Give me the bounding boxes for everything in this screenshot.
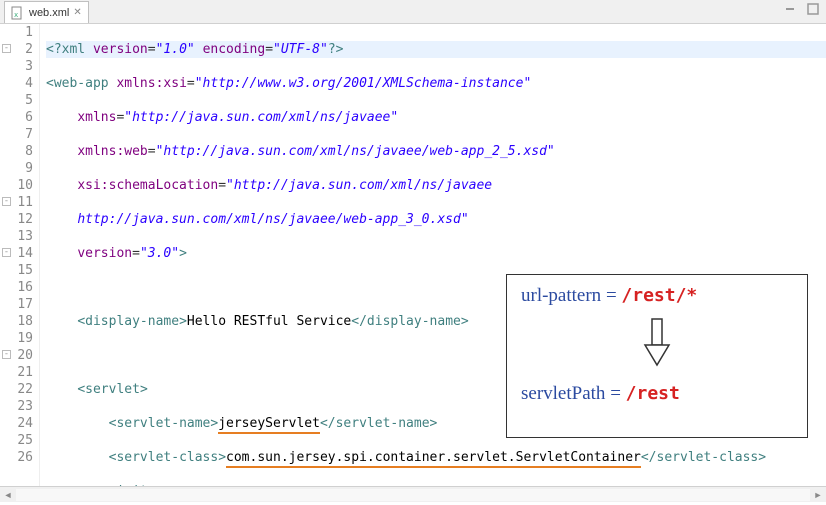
minimize-icon[interactable] [784,2,798,16]
toolbar-right [784,2,820,16]
annotation-box: url-pattern = /rest/* servletPath = /res… [506,274,808,438]
line-number: 26 [0,449,33,466]
annotation-line-1: url-pattern = /rest/* [521,285,793,307]
fold-toggle[interactable]: - [2,248,11,257]
line-number: 16 [0,279,33,296]
annotation-line-2: servletPath = /rest [521,383,793,405]
line-number: 13 [0,228,33,245]
code-line: version="3.0"> [46,245,826,262]
annotation-label: servletPath [521,383,605,404]
code-line: xmlns="http://java.sun.com/xml/ns/javaee… [46,109,826,126]
line-number: 5 [0,92,33,109]
maximize-icon[interactable] [806,2,820,16]
line-number: 14- [0,245,33,262]
code-line: xsi:schemaLocation="http://java.sun.com/… [46,177,826,194]
line-number: 4 [0,75,33,92]
fold-toggle[interactable]: - [2,44,11,53]
xml-file-icon: x [11,6,25,20]
annotation-value: /rest [626,383,680,404]
editor-tab[interactable]: x web.xml ✕ [4,1,89,23]
code-line: <init-param> [46,483,826,486]
line-number: 20- [0,347,33,364]
code-line: <servlet-class>com.sun.jersey.spi.contai… [46,449,826,466]
line-number: 24 [0,415,33,432]
code-line: http://java.sun.com/xml/ns/javaee/web-ap… [46,211,826,228]
fold-toggle[interactable]: - [2,350,11,359]
close-icon[interactable]: ✕ [73,7,81,18]
horizontal-scrollbar[interactable]: ◄ ► [0,486,826,502]
scrollbar-track[interactable] [16,489,810,501]
line-number: 11- [0,194,33,211]
line-number: 7 [0,126,33,143]
line-number: 21 [0,364,33,381]
line-number: 8 [0,143,33,160]
line-number: 6 [0,109,33,126]
line-number-gutter: 1 2- 3 4 5 6 7 8 9 10 11- 12 13 14- 15 1… [0,24,40,486]
line-number: 9 [0,160,33,177]
line-number: 18 [0,313,33,330]
code-line: xmlns:web="http://java.sun.com/xml/ns/ja… [46,143,826,160]
code-line: <web-app xmlns:xsi="http://www.w3.org/20… [46,75,826,92]
line-number: 17 [0,296,33,313]
tab-filename: web.xml [29,7,69,19]
code-line: <?xml version="1.0" encoding="UTF-8"?> [46,41,826,58]
line-number: 25 [0,432,33,449]
fold-toggle[interactable]: - [2,197,11,206]
line-number: 15 [0,262,33,279]
line-number: 12 [0,211,33,228]
line-number: 2- [0,41,33,58]
line-number: 3 [0,58,33,75]
svg-text:x: x [14,11,18,19]
line-number: 1 [0,24,33,41]
arrow-down-icon [521,317,793,373]
scroll-left-icon[interactable]: ◄ [0,488,16,502]
line-number: 22 [0,381,33,398]
line-number: 10 [0,177,33,194]
line-number: 23 [0,398,33,415]
line-number: 19 [0,330,33,347]
annotation-value: /rest/* [621,285,697,306]
tab-bar: x web.xml ✕ [0,0,826,24]
scroll-right-icon[interactable]: ► [810,488,826,502]
annotation-label: url-pattern [521,285,601,306]
